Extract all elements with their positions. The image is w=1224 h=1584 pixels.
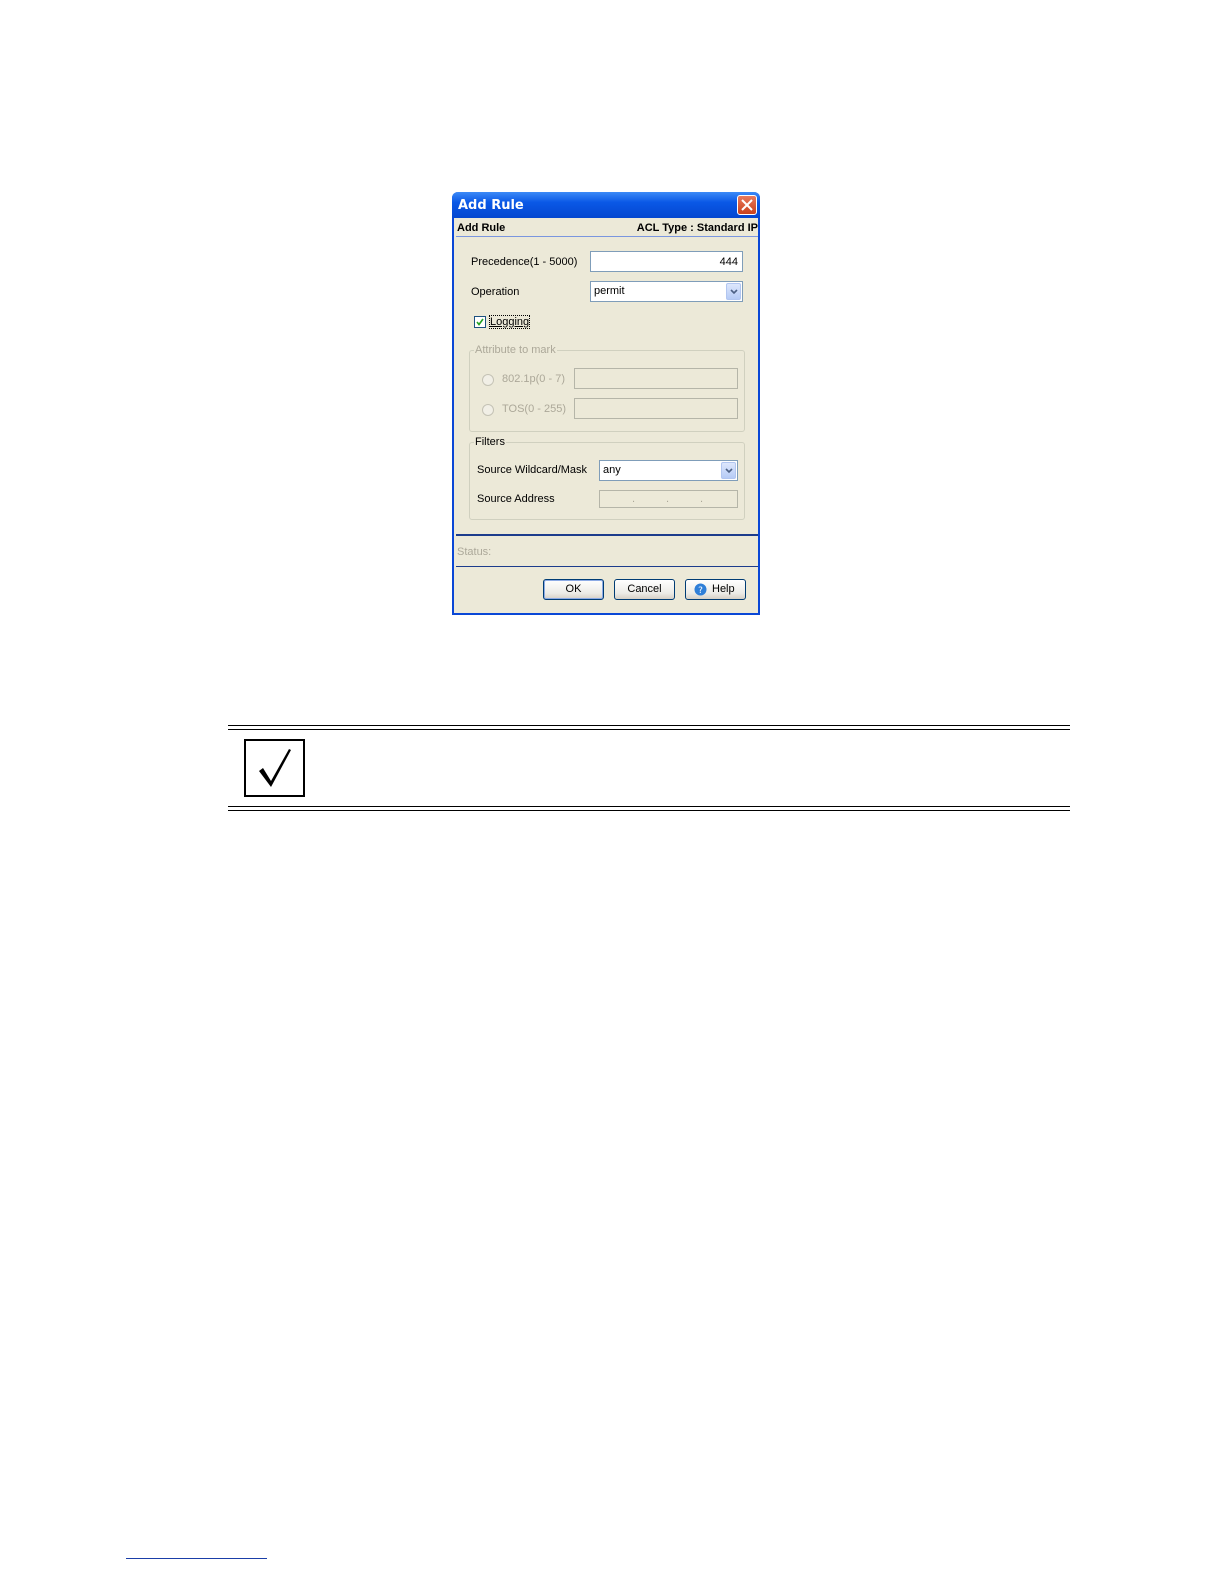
operation-label: Operation <box>471 286 520 298</box>
dialog-title: Add Rule <box>458 198 524 213</box>
attribute-group-legend: Attribute to mark <box>474 344 557 356</box>
header-title: Add Rule <box>457 222 506 234</box>
dot1p-input[interactable] <box>574 368 738 389</box>
ip-dot: . <box>700 493 704 505</box>
tos-radio[interactable] <box>482 404 494 416</box>
acl-type-label: ACL Type : Standard IP <box>636 222 758 234</box>
dot1p-label: 802.1p(0 - 7) <box>502 373 565 385</box>
help-icon: ? <box>694 583 707 596</box>
tos-input[interactable] <box>574 398 738 419</box>
cancel-button[interactable]: Cancel <box>614 579 675 600</box>
source-address-label: Source Address <box>477 493 555 505</box>
operation-select[interactable]: permit <box>590 281 743 302</box>
help-button[interactable]: ? Help <box>685 579 746 600</box>
status-divider-top <box>456 534 758 536</box>
status-divider-bottom <box>456 566 758 567</box>
status-label: Status: <box>457 546 492 558</box>
attribute-to-mark-group: Attribute to mark <box>469 344 745 432</box>
header-divider <box>456 236 758 237</box>
filters-group: Filters <box>469 436 745 520</box>
note-top-rule <box>228 725 1070 726</box>
checkmark-icon <box>259 749 291 787</box>
dialog-titlebar[interactable]: Add Rule <box>452 192 760 218</box>
add-rule-dialog: Add Rule Add Rule ACL Type : Standard IP… <box>452 192 760 615</box>
chevron-down-icon <box>730 289 738 295</box>
dialog-header: Add Rule ACL Type : Standard IP <box>456 222 758 236</box>
note-bottom-rule-inner <box>228 806 1070 807</box>
logging-label[interactable]: Logging <box>488 315 531 329</box>
ip-dot: . <box>632 493 636 505</box>
check-icon <box>476 318 484 326</box>
operation-dropdown-button[interactable] <box>726 283 741 300</box>
note-top-rule-inner <box>228 729 1070 730</box>
source-address-input[interactable]: . . . <box>599 490 738 508</box>
source-wildcard-value: any <box>603 464 621 476</box>
source-wildcard-label: Source Wildcard/Mask <box>477 464 588 476</box>
tos-label: TOS(0 - 255) <box>502 403 566 415</box>
svg-text:?: ? <box>698 586 703 596</box>
note-bottom-rule <box>228 810 1070 811</box>
filters-group-legend: Filters <box>474 436 506 448</box>
close-button[interactable] <box>737 195 757 215</box>
precedence-label: Precedence(1 - 5000) <box>471 256 578 268</box>
chevron-down-icon <box>725 468 733 474</box>
operation-value: permit <box>594 285 625 297</box>
close-icon <box>741 199 753 211</box>
help-button-label: Help <box>712 583 735 595</box>
precedence-input[interactable]: 444 <box>590 251 743 272</box>
dot1p-radio[interactable] <box>482 374 494 386</box>
source-wildcard-dropdown-button[interactable] <box>721 462 736 479</box>
logging-checkbox[interactable] <box>474 316 486 328</box>
ip-dot: . <box>666 493 670 505</box>
ok-button[interactable]: OK <box>543 579 604 600</box>
source-wildcard-select[interactable]: any <box>599 460 738 481</box>
footer-link-underline[interactable] <box>126 1558 267 1559</box>
note-box <box>244 739 305 797</box>
precedence-value: 444 <box>719 256 738 268</box>
